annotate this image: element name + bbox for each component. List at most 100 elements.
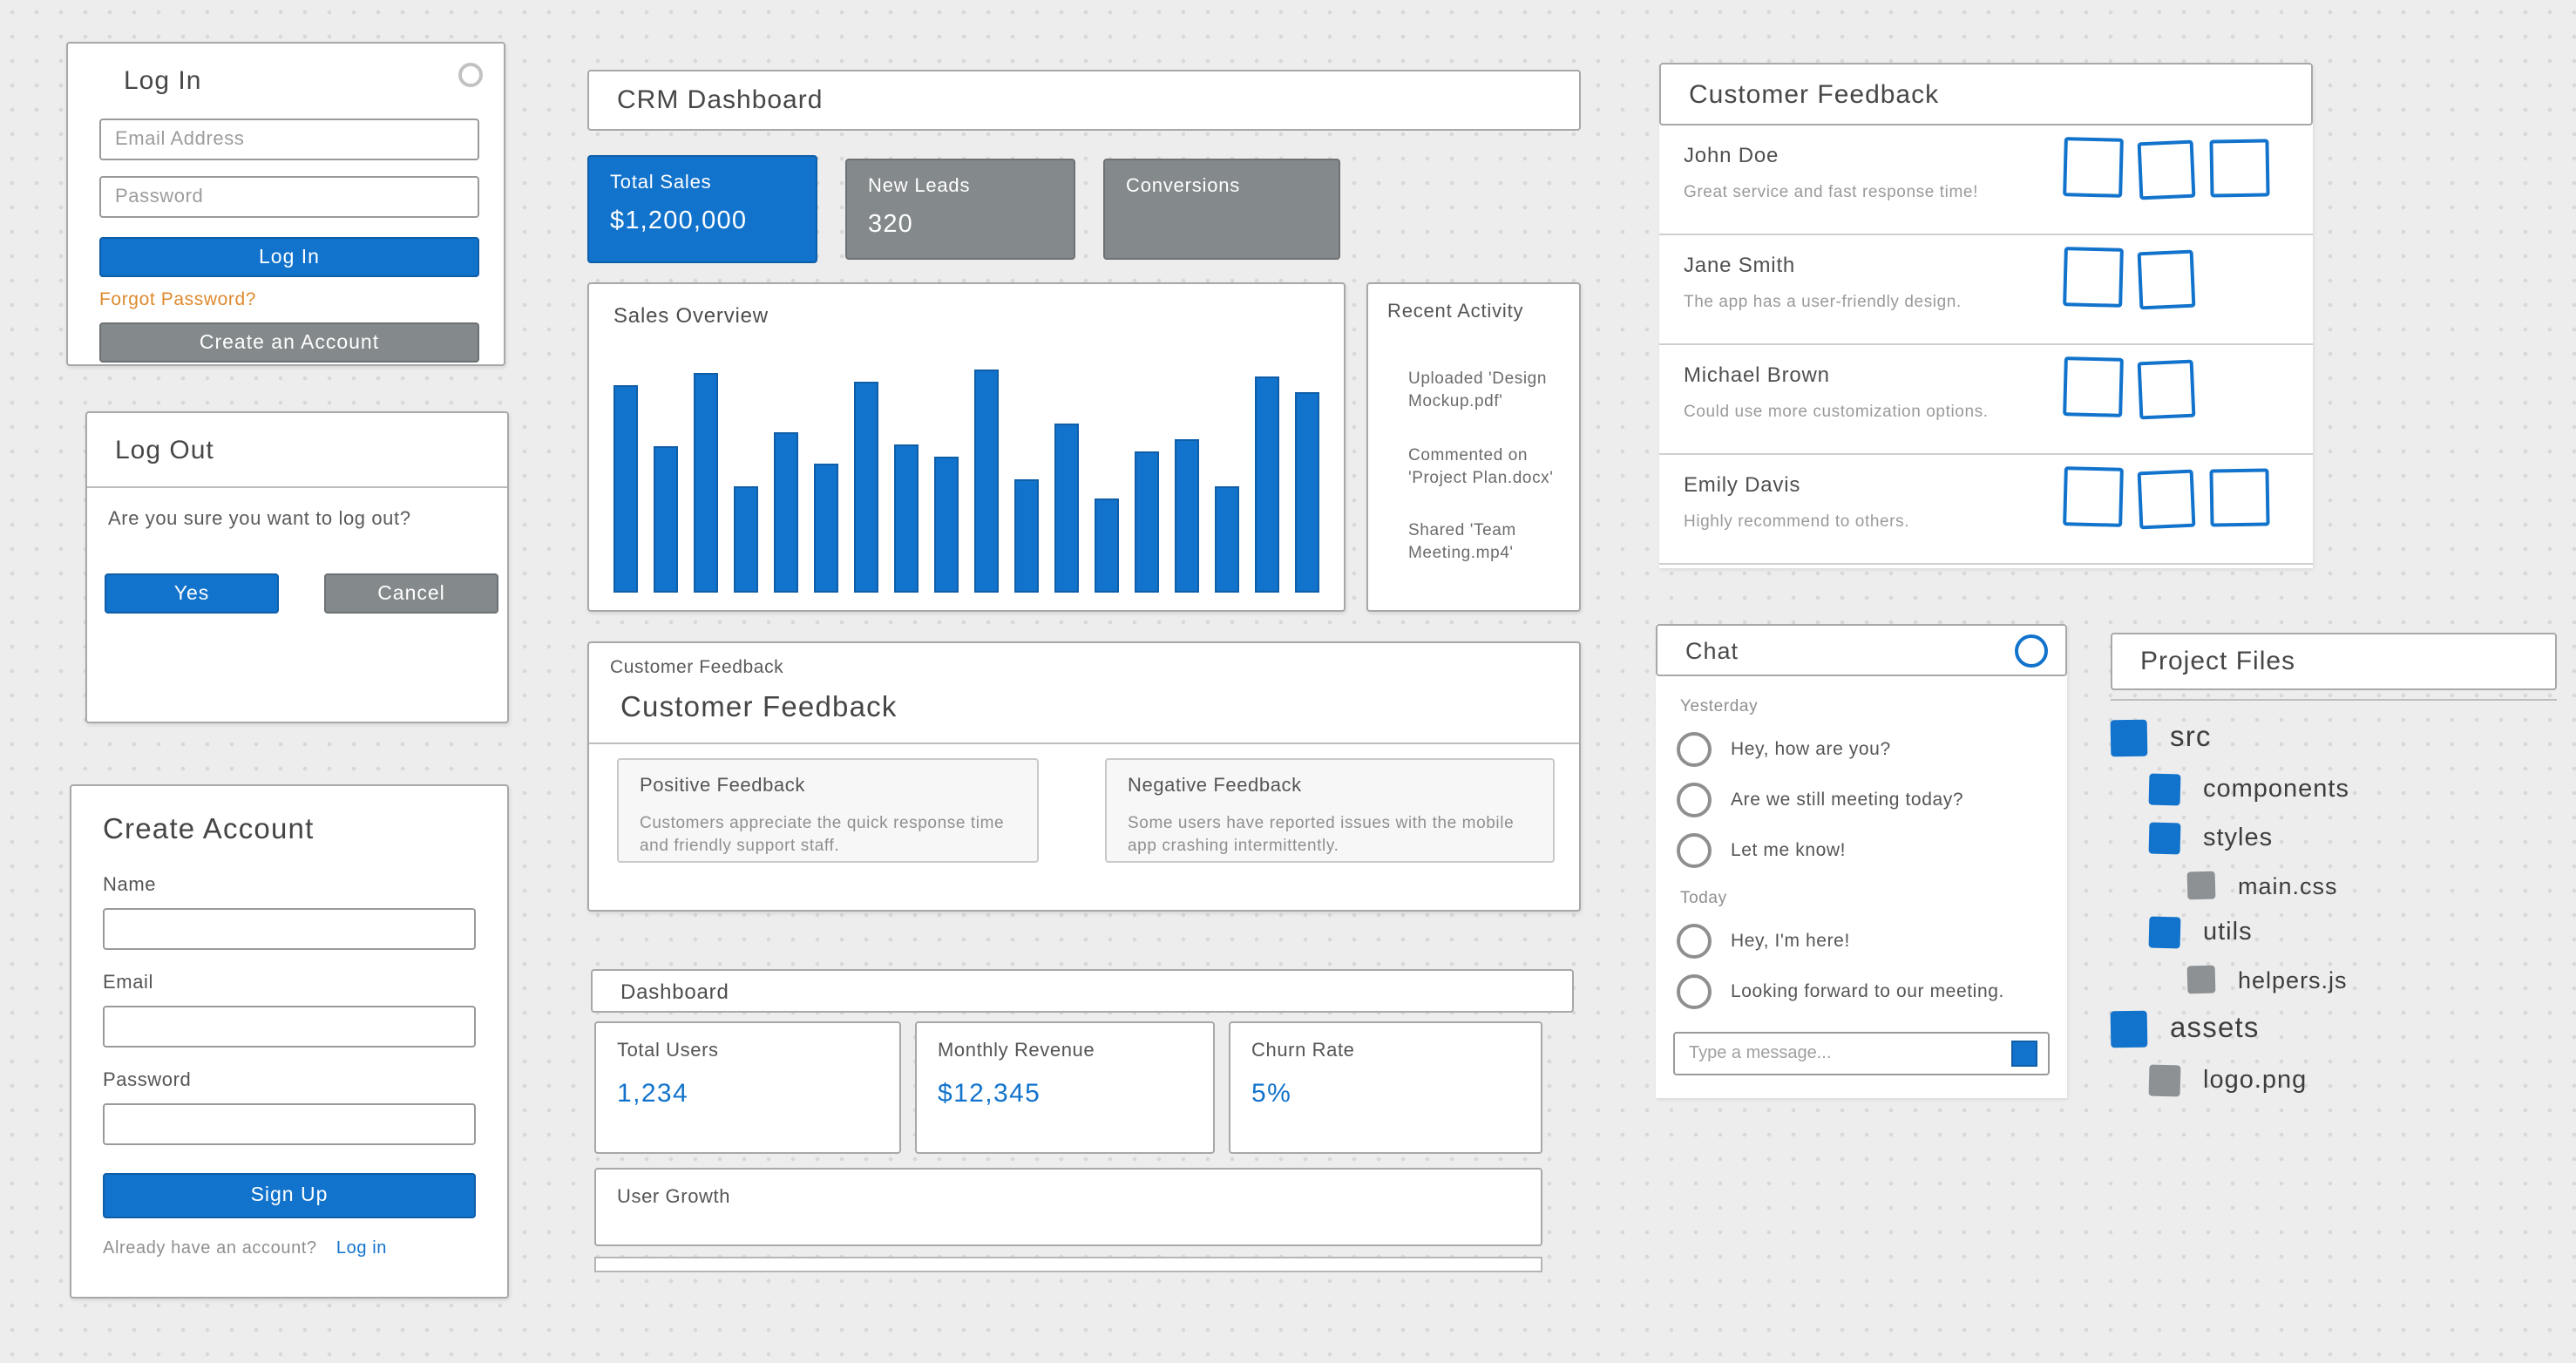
customer-feedback-list-titlebar: Customer Feedback: [1659, 63, 2313, 125]
email-field[interactable]: [99, 119, 479, 160]
sales-bar-chart: [613, 357, 1319, 593]
tree-item-src[interactable]: src: [2111, 720, 2567, 756]
chat-title: Chat: [1685, 637, 1739, 663]
card-label: Total Users: [617, 1041, 878, 1061]
user-growth-footer-strip: [594, 1257, 1542, 1272]
folder-icon: [2149, 823, 2181, 855]
sales-bar: [1295, 393, 1319, 593]
chat-circle-icon: [2015, 634, 2048, 668]
chat-message: Hey, I'm here!: [1677, 924, 2067, 959]
sales-bar: [774, 432, 798, 593]
login-link[interactable]: Log in: [336, 1239, 387, 1258]
stat-card-total-sales: Total Sales $1,200,000: [587, 155, 817, 263]
forgot-password-link[interactable]: Forgot Password?: [99, 289, 479, 310]
rating-square-icon: [2138, 250, 2196, 310]
sales-bar: [613, 385, 638, 593]
login-button[interactable]: Log In: [99, 237, 479, 277]
recent-activity-title: Recent Activity: [1387, 302, 1560, 322]
stat-label: Conversions: [1126, 176, 1318, 197]
card-value: 1,234: [617, 1079, 878, 1109]
tree-item-styles[interactable]: styles: [2149, 823, 2567, 854]
logout-message: Are you sure you want to log out?: [87, 488, 507, 530]
create-account-panel: Create Account Name Email Password Sign …: [70, 784, 509, 1299]
dashboard-title: Dashboard: [620, 979, 729, 1003]
tree-item-helpers-js[interactable]: helpers.js: [2187, 966, 2567, 993]
create-account-title: Create Account: [103, 814, 476, 847]
tree-item-components[interactable]: components: [2149, 774, 2567, 805]
tree-item-label: helpers.js: [2238, 966, 2348, 993]
tree-item-logo-png[interactable]: logo.png: [2149, 1065, 2567, 1096]
rating-squares: [2064, 467, 2285, 528]
password-label: Password: [103, 1070, 476, 1091]
file-icon: [2149, 1065, 2181, 1097]
tree-item-label: logo.png: [2203, 1067, 2307, 1095]
avatar-circle-icon: [1677, 732, 1712, 767]
card-monthly-revenue: Monthly Revenue $12,345: [915, 1021, 1215, 1154]
rating-square-icon: [2209, 139, 2269, 197]
rating-square-icon: [2063, 247, 2124, 308]
tree-item-label: components: [2203, 776, 2349, 804]
file-icon: [2187, 871, 2216, 900]
rating-square-icon: [2209, 468, 2269, 526]
sales-bar: [1054, 424, 1079, 593]
send-square-icon[interactable]: [2011, 1041, 2037, 1067]
sales-bar: [734, 487, 758, 593]
message-text: Hey, how are you?: [1731, 739, 1891, 760]
file-icon: [2187, 966, 2216, 994]
logout-panel: Log Out Are you sure you want to log out…: [85, 411, 509, 723]
card-label: Monthly Revenue: [938, 1041, 1192, 1061]
stat-value: $1,200,000: [610, 207, 795, 235]
signup-password-field[interactable]: [103, 1103, 476, 1145]
activity-item: Commented on 'Project Plan.docx': [1408, 444, 1560, 490]
rating-square-icon: [2063, 466, 2124, 527]
feedback-entry: Michael Brown Could use more customizati…: [1659, 345, 2313, 455]
sales-bar: [1175, 440, 1199, 593]
message-input[interactable]: [1678, 1044, 2011, 1063]
create-account-button[interactable]: Create an Account: [99, 322, 479, 363]
sales-bar: [1095, 498, 1119, 593]
name-field[interactable]: [103, 908, 476, 950]
tree-item-label: utils: [2203, 919, 2253, 946]
signup-email-field[interactable]: [103, 1006, 476, 1048]
rating-square-icon: [2138, 140, 2196, 200]
logout-cancel-button[interactable]: Cancel: [324, 573, 498, 614]
tree-item-utils[interactable]: utils: [2149, 917, 2567, 948]
day-label: Yesterday: [1680, 697, 2067, 716]
divider: [589, 743, 1579, 744]
activity-item: Uploaded 'Design Mockup.pdf': [1408, 368, 1560, 414]
message-text: Are we still meeting today?: [1731, 790, 1963, 810]
sales-overview-title: Sales Overview: [589, 284, 1344, 328]
rating-square-icon: [2063, 356, 2124, 417]
tree-item-label: styles: [2203, 824, 2273, 852]
signup-button[interactable]: Sign Up: [103, 1173, 476, 1218]
user-growth-panel: User Growth: [594, 1168, 1542, 1246]
login-title: Log In: [124, 66, 479, 96]
rating-squares: [2064, 138, 2285, 199]
chat-titlebar: Chat: [1656, 624, 2067, 676]
feedback-entry: Jane Smith The app has a user-friendly d…: [1659, 235, 2313, 345]
feedback-heading: Customer Feedback: [589, 678, 1579, 725]
sales-bar: [1014, 479, 1039, 593]
tree-item-assets[interactable]: assets: [2111, 1011, 2567, 1048]
logout-yes-button[interactable]: Yes: [105, 573, 279, 614]
day-label: Today: [1680, 889, 2067, 908]
card-churn-rate: Churn Rate 5%: [1229, 1021, 1542, 1154]
sales-bar: [934, 456, 959, 593]
tree-item-label: assets: [2170, 1013, 2260, 1046]
sales-bar: [1255, 376, 1279, 593]
password-field[interactable]: [99, 176, 479, 218]
crm-dashboard-title: CRM Dashboard: [617, 85, 823, 115]
positive-feedback-text: Customers appreciate the quick response …: [640, 812, 1016, 858]
login-panel: Log In Log In Forgot Password? Create an…: [66, 42, 505, 366]
tree-item-main-css[interactable]: main.css: [2187, 871, 2567, 899]
negative-feedback-title: Negative Feedback: [1128, 776, 1532, 797]
sales-bar: [814, 464, 838, 593]
sales-bar: [854, 381, 878, 593]
rating-square-icon: [2138, 470, 2196, 530]
project-files-title: Project Files: [2140, 647, 2295, 676]
dashboard-titlebar: Dashboard: [591, 969, 1574, 1013]
folder-icon: [2149, 917, 2181, 949]
positive-feedback-box: Positive Feedback Customers appreciate t…: [617, 758, 1039, 863]
folder-icon: [2111, 720, 2148, 757]
card-value: $12,345: [938, 1079, 1192, 1109]
